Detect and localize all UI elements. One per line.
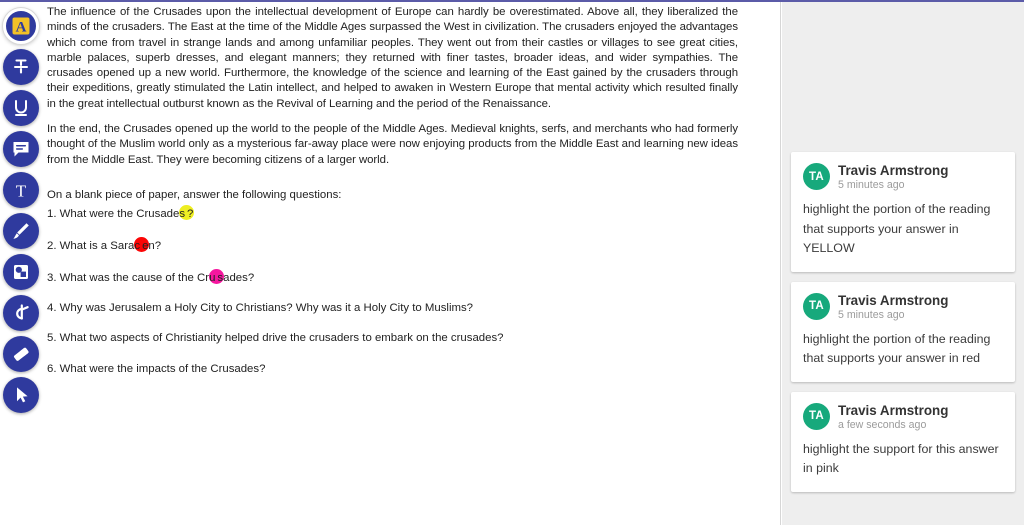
underline-icon [10,97,32,119]
comment-header: TA Travis Armstrong a few seconds ago [803,402,1003,432]
avatar: TA [803,163,830,190]
comment-header: TA Travis Armstrong 5 minutes ago [803,163,1003,192]
text-tool-icon: T [10,179,32,201]
document-content: The influence of the Crusades upon the i… [47,5,738,392]
comment-timestamp: 5 minutes ago [838,179,905,191]
question-item-1: 1. What were the Crusades? [47,205,738,222]
avatar: TA [803,402,830,430]
svg-text:A: A [16,20,27,36]
signature-icon [10,302,32,324]
comment-meta: Travis Armstrong 5 minutes ago [838,163,948,192]
comment-text: highlight the portion of the reading tha… [803,202,991,255]
comments-list: TA Travis Armstrong 5 minutes ago highli… [791,152,1015,492]
question-item-4: 4. Why was Jerusalem a Holy City to Chri… [47,302,473,315]
comment-text: highlight the support for this answer in… [803,441,999,476]
eraser-icon [10,343,32,365]
tool-brush[interactable] [3,213,39,249]
comment-card[interactable]: TA Travis Armstrong a few seconds ago hi… [791,391,1015,492]
tool-text[interactable]: T [3,172,39,208]
comment-author: Travis Armstrong [838,402,949,418]
strikethrough-icon [10,56,32,78]
question-item-6: 6. What were the impacts of the Crusades… [47,362,266,375]
tool-eraser[interactable] [3,336,39,372]
paragraph-1: The influence of the Crusades upon the i… [47,6,738,110]
question-3-text: 3. What was the cause of the Cru [47,271,216,284]
tool-signature[interactable] [3,295,39,331]
paragraph-2: In the end, the Crusades opened up the w… [47,123,738,166]
tool-highlighter[interactable]: A [3,8,39,44]
cursor-arrow-icon [10,384,32,406]
avatar: TA [803,292,830,320]
comment-author: Travis Armstrong [838,292,949,308]
comment-timestamp: 5 minutes ago [838,308,905,321]
highlighter-a-icon: A [10,15,32,37]
tool-shapes[interactable] [3,254,39,290]
comment-meta: Travis Armstrong a few seconds ago [838,403,948,432]
comment-icon [10,138,32,160]
tool-select[interactable] [3,377,39,413]
shapes-icon [10,261,32,283]
question-1-text: 1. What were the Crusades [47,208,186,221]
comment-text: highlight the portion of the reading tha… [803,331,991,366]
question-item-5: 5. What two aspects of Christianity help… [47,332,504,345]
annotation-toolbar: A T [3,8,41,413]
question-3-suffix: sades? [217,271,255,284]
comment-header: TA Travis Armstrong 5 minutes ago [803,292,1003,322]
question-1-suffix: ? [187,208,194,221]
question-2-suffix: en? [142,239,162,252]
document-pane[interactable]: The influence of the Crusades upon the i… [0,2,781,525]
comments-sidebar: TA Travis Armstrong 5 minutes ago highli… [782,2,1024,525]
tool-strikethrough[interactable] [3,49,39,85]
comment-timestamp: a few seconds ago [838,418,927,431]
comment-card[interactable]: TA Travis Armstrong 5 minutes ago highli… [791,281,1015,382]
paintbrush-icon [10,220,32,242]
question-2-text: 2. What is a Sarac [47,239,141,252]
top-accent-rule [0,0,1024,2]
comment-author: Travis Armstrong [838,163,949,178]
comment-card[interactable]: TA Travis Armstrong 5 minutes ago highli… [791,152,1015,272]
tool-comment[interactable] [3,131,39,167]
question-item-2: 2. What is a Sarac en? [47,236,738,254]
comment-meta: Travis Armstrong 5 minutes ago [838,293,948,322]
questions-instruction: On a blank piece of paper, answer the fo… [47,188,342,201]
svg-text:T: T [16,182,27,201]
question-item-3: 3. What was the cause of the Cru sades? [47,268,738,286]
tool-underline[interactable] [3,90,39,126]
